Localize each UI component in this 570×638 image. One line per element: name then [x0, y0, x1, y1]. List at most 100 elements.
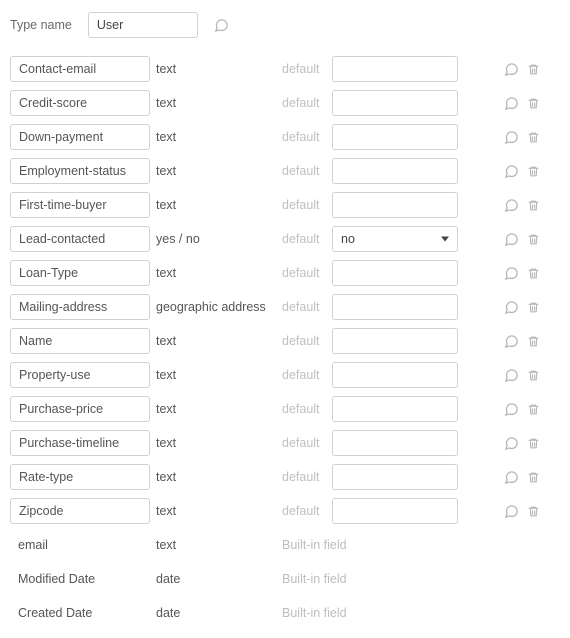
trash-icon[interactable]: [527, 470, 540, 485]
trash-icon[interactable]: [527, 164, 540, 179]
trash-icon[interactable]: [527, 334, 540, 349]
builtin-field-row: emailtextBuilt-in field: [10, 532, 560, 558]
default-value-input[interactable]: [332, 158, 458, 184]
default-value-input[interactable]: [332, 498, 458, 524]
field-name-input[interactable]: Zipcode: [10, 498, 150, 524]
field-type-label[interactable]: text: [156, 130, 276, 144]
field-name-input[interactable]: Property-use: [10, 362, 150, 388]
field-type-label[interactable]: text: [156, 368, 276, 382]
field-type-label[interactable]: text: [156, 470, 276, 484]
type-name-header: Type name: [10, 12, 560, 38]
builtin-field-label: Built-in field: [282, 538, 482, 552]
builtin-field-row: Created DatedateBuilt-in field: [10, 600, 560, 626]
field-row: Mailing-addressgeographic addressdefault: [10, 294, 560, 320]
field-name-input[interactable]: Contact-email: [10, 56, 150, 82]
field-name-input[interactable]: Mailing-address: [10, 294, 150, 320]
trash-icon[interactable]: [527, 232, 540, 247]
field-type-label[interactable]: text: [156, 266, 276, 280]
field-name-input[interactable]: Rate-type: [10, 464, 150, 490]
field-row: Rate-type text default: [10, 464, 560, 490]
default-value-input[interactable]: [332, 362, 458, 388]
default-label: default: [282, 402, 326, 416]
comment-icon[interactable]: [504, 300, 519, 315]
comment-icon[interactable]: [504, 368, 519, 383]
default-value-input[interactable]: [332, 56, 458, 82]
default-value-input[interactable]: [332, 260, 458, 286]
trash-icon[interactable]: [527, 266, 540, 281]
default-value-select[interactable]: no: [332, 226, 458, 252]
field-type-label[interactable]: geographic address: [156, 300, 276, 314]
field-row: Zipcodetextdefault: [10, 498, 560, 524]
field-type-label[interactable]: text: [156, 164, 276, 178]
field-row: Contact-emailtextdefault: [10, 56, 560, 82]
field-actions: [464, 130, 560, 145]
default-value-input[interactable]: [332, 396, 458, 422]
comment-icon[interactable]: [504, 470, 519, 485]
trash-icon[interactable]: [527, 198, 540, 213]
comment-icon[interactable]: [504, 96, 519, 111]
comment-icon[interactable]: [504, 198, 519, 213]
field-actions: [464, 368, 560, 383]
default-label: default: [282, 470, 326, 484]
trash-icon[interactable]: [527, 62, 540, 77]
builtin-field-name: email: [10, 538, 150, 552]
type-name-input[interactable]: [88, 12, 198, 38]
default-value-input[interactable]: [332, 90, 458, 116]
field-name-input[interactable]: Loan-Type: [10, 260, 150, 286]
field-actions: [464, 436, 560, 451]
field-name-input[interactable]: Lead-contacted: [10, 226, 150, 252]
field-name-input[interactable]: Name: [10, 328, 150, 354]
default-value-input[interactable]: [332, 192, 458, 218]
builtin-field-label: Built-in field: [282, 606, 482, 620]
field-type-label[interactable]: text: [156, 402, 276, 416]
default-value-input[interactable]: [332, 464, 458, 490]
comment-icon[interactable]: [504, 232, 519, 247]
field-row: First-time-buyertextdefault: [10, 192, 560, 218]
field-actions: [464, 232, 560, 247]
trash-icon[interactable]: [527, 504, 540, 519]
default-label: default: [282, 164, 326, 178]
default-label: default: [282, 266, 326, 280]
field-type-label[interactable]: text: [156, 96, 276, 110]
comment-icon[interactable]: [504, 62, 519, 77]
field-actions: [464, 300, 560, 315]
field-type-label[interactable]: text: [156, 62, 276, 76]
trash-icon[interactable]: [527, 368, 540, 383]
default-value-input[interactable]: [332, 124, 458, 150]
field-type-label[interactable]: yes / no: [156, 232, 276, 246]
field-type-label[interactable]: text: [156, 198, 276, 212]
default-value-input[interactable]: [332, 430, 458, 456]
field-name-input[interactable]: First-time-buyer: [10, 192, 150, 218]
comment-icon[interactable]: [504, 164, 519, 179]
comment-icon[interactable]: [504, 130, 519, 145]
field-actions: [464, 198, 560, 213]
field-type-label[interactable]: text: [156, 436, 276, 450]
field-name-input[interactable]: Purchase-price: [10, 396, 150, 422]
field-row: Nametextdefault: [10, 328, 560, 354]
trash-icon[interactable]: [527, 96, 540, 111]
default-value-input[interactable]: [332, 328, 458, 354]
field-name-input[interactable]: Down-payment: [10, 124, 150, 150]
trash-icon[interactable]: [527, 130, 540, 145]
field-type-label[interactable]: text: [156, 504, 276, 518]
trash-icon[interactable]: [527, 436, 540, 451]
field-row: Purchase-timelinetextdefault: [10, 430, 560, 456]
comment-icon[interactable]: [504, 402, 519, 417]
default-label: default: [282, 368, 326, 382]
trash-icon[interactable]: [527, 300, 540, 315]
field-row: Purchase-price text default: [10, 396, 560, 422]
comment-icon[interactable]: [504, 436, 519, 451]
default-value-input[interactable]: [332, 294, 458, 320]
comment-icon[interactable]: [504, 504, 519, 519]
comment-icon[interactable]: [214, 18, 229, 33]
field-name-input[interactable]: Credit-score: [10, 90, 150, 116]
field-row: Loan-Type text default: [10, 260, 560, 286]
field-actions: [464, 334, 560, 349]
comment-icon[interactable]: [504, 266, 519, 281]
field-type-label[interactable]: text: [156, 334, 276, 348]
comment-icon[interactable]: [504, 334, 519, 349]
field-name-input[interactable]: Employment-status: [10, 158, 150, 184]
field-actions: [464, 62, 560, 77]
trash-icon[interactable]: [527, 402, 540, 417]
field-name-input[interactable]: Purchase-timeline: [10, 430, 150, 456]
